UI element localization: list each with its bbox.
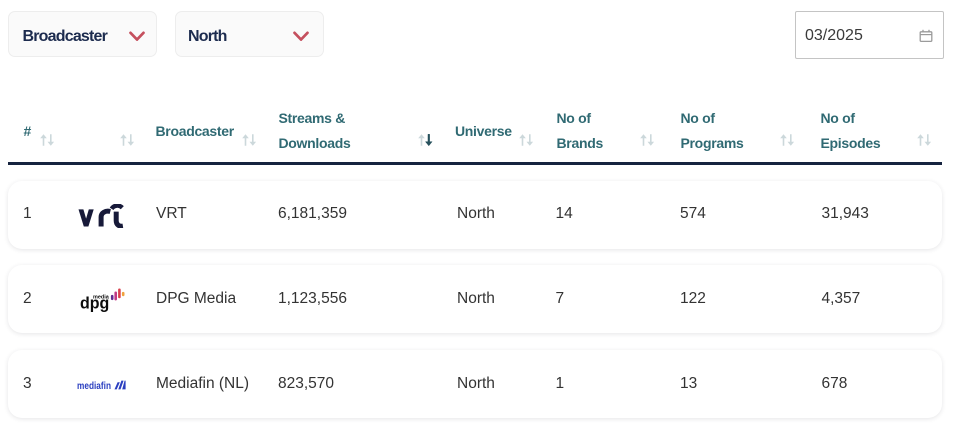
- svg-text:media: media: [93, 294, 109, 300]
- svg-text:mediafin: mediafin: [77, 380, 111, 392]
